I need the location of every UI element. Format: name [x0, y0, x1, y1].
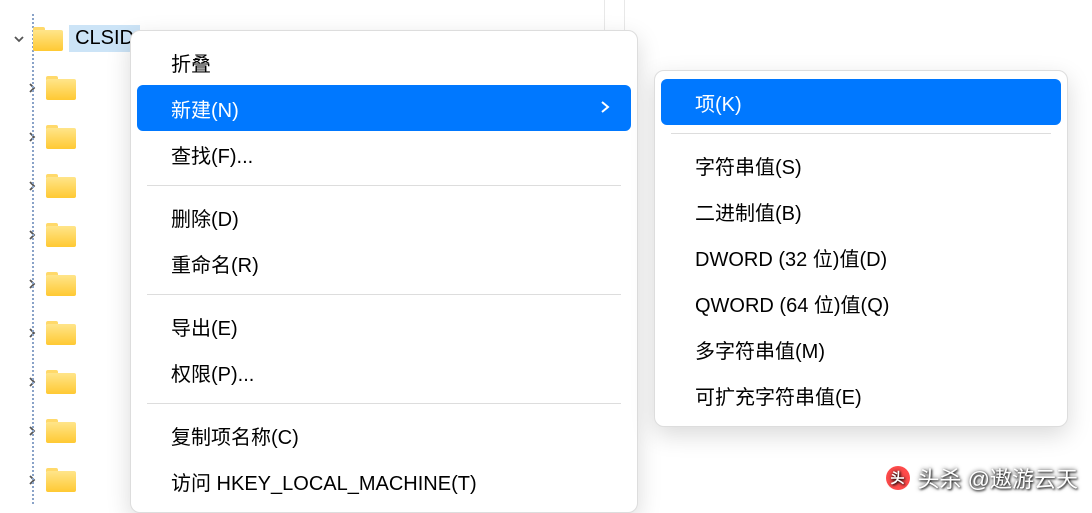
menu-item-label: 多字符串值(M) [695, 335, 825, 364]
watermark-text: 头杀 @遨游云天 [918, 462, 1078, 494]
folder-icon [46, 370, 76, 394]
folder-icon [46, 272, 76, 296]
folder-icon [33, 27, 61, 51]
menu-item-label: 折叠 [171, 48, 211, 77]
watermark-icon: 头 [886, 466, 910, 490]
menu-separator [147, 185, 621, 186]
folder-icon [46, 125, 76, 149]
menu-item-label: QWORD (64 位)值(Q) [695, 289, 889, 318]
registry-tree: CLSID [0, 14, 140, 504]
watermark: 头 头杀 @遨游云天 [886, 462, 1078, 494]
folder-icon [46, 76, 76, 100]
menu-item-label: 项(K) [695, 88, 742, 117]
menu-item-permissions[interactable]: 权限(P)... [131, 349, 637, 395]
menu-item-label: 删除(D) [171, 203, 239, 232]
folder-icon [46, 419, 76, 443]
menu-item-label: 导出(E) [171, 312, 238, 341]
menu-item-expandable-string-value[interactable]: 可扩充字符串值(E) [655, 372, 1067, 418]
chevron-right-icon [599, 98, 611, 119]
menu-item-label: 查找(F)... [171, 140, 253, 169]
tree-item-child[interactable] [0, 259, 140, 308]
menu-item-label: 权限(P)... [171, 358, 254, 387]
folder-icon [46, 321, 76, 345]
tree-item-child[interactable] [0, 406, 140, 455]
menu-item-key[interactable]: 项(K) [661, 79, 1061, 125]
tree-guide-line [32, 14, 34, 504]
menu-item-string-value[interactable]: 字符串值(S) [655, 142, 1067, 188]
menu-item-rename[interactable]: 重命名(R) [131, 240, 637, 286]
menu-item-label: 可扩充字符串值(E) [695, 381, 862, 410]
menu-separator [147, 403, 621, 404]
menu-item-label: DWORD (32 位)值(D) [695, 243, 887, 272]
folder-icon [46, 223, 76, 247]
menu-item-label: 新建(N) [171, 94, 239, 123]
menu-item-goto-hklm[interactable]: 访问 HKEY_LOCAL_MACHINE(T) [131, 458, 637, 504]
menu-item-copy-key-name[interactable]: 复制项名称(C) [131, 412, 637, 458]
menu-item-find[interactable]: 查找(F)... [131, 131, 637, 177]
tree-item-child[interactable] [0, 308, 140, 357]
menu-item-label: 字符串值(S) [695, 151, 802, 180]
folder-icon [46, 468, 76, 492]
menu-item-label: 访问 HKEY_LOCAL_MACHINE(T) [171, 467, 477, 496]
menu-separator [671, 133, 1051, 134]
menu-item-new[interactable]: 新建(N) [137, 85, 631, 131]
tree-item-clsid[interactable]: CLSID [0, 14, 140, 63]
menu-item-delete[interactable]: 删除(D) [131, 194, 637, 240]
menu-item-binary-value[interactable]: 二进制值(B) [655, 188, 1067, 234]
menu-item-dword-value[interactable]: DWORD (32 位)值(D) [655, 234, 1067, 280]
context-menu: 折叠 新建(N) 查找(F)... 删除(D) 重命名(R) 导出(E) 权限(… [130, 30, 638, 513]
tree-item-child[interactable] [0, 63, 140, 112]
folder-icon [46, 174, 76, 198]
menu-separator [147, 294, 621, 295]
tree-item-child[interactable] [0, 161, 140, 210]
menu-item-label: 二进制值(B) [695, 197, 802, 226]
tree-item-child[interactable] [0, 455, 140, 504]
menu-item-export[interactable]: 导出(E) [131, 303, 637, 349]
chevron-down-icon[interactable] [12, 33, 27, 45]
menu-item-label: 重命名(R) [171, 249, 259, 278]
menu-item-multi-string-value[interactable]: 多字符串值(M) [655, 326, 1067, 372]
tree-item-child[interactable] [0, 112, 140, 161]
tree-item-child[interactable] [0, 210, 140, 259]
menu-item-qword-value[interactable]: QWORD (64 位)值(Q) [655, 280, 1067, 326]
submenu-new: 项(K) 字符串值(S) 二进制值(B) DWORD (32 位)值(D) QW… [654, 70, 1068, 427]
menu-item-label: 复制项名称(C) [171, 421, 299, 450]
menu-item-collapse[interactable]: 折叠 [131, 39, 637, 85]
tree-item-child[interactable] [0, 357, 140, 406]
